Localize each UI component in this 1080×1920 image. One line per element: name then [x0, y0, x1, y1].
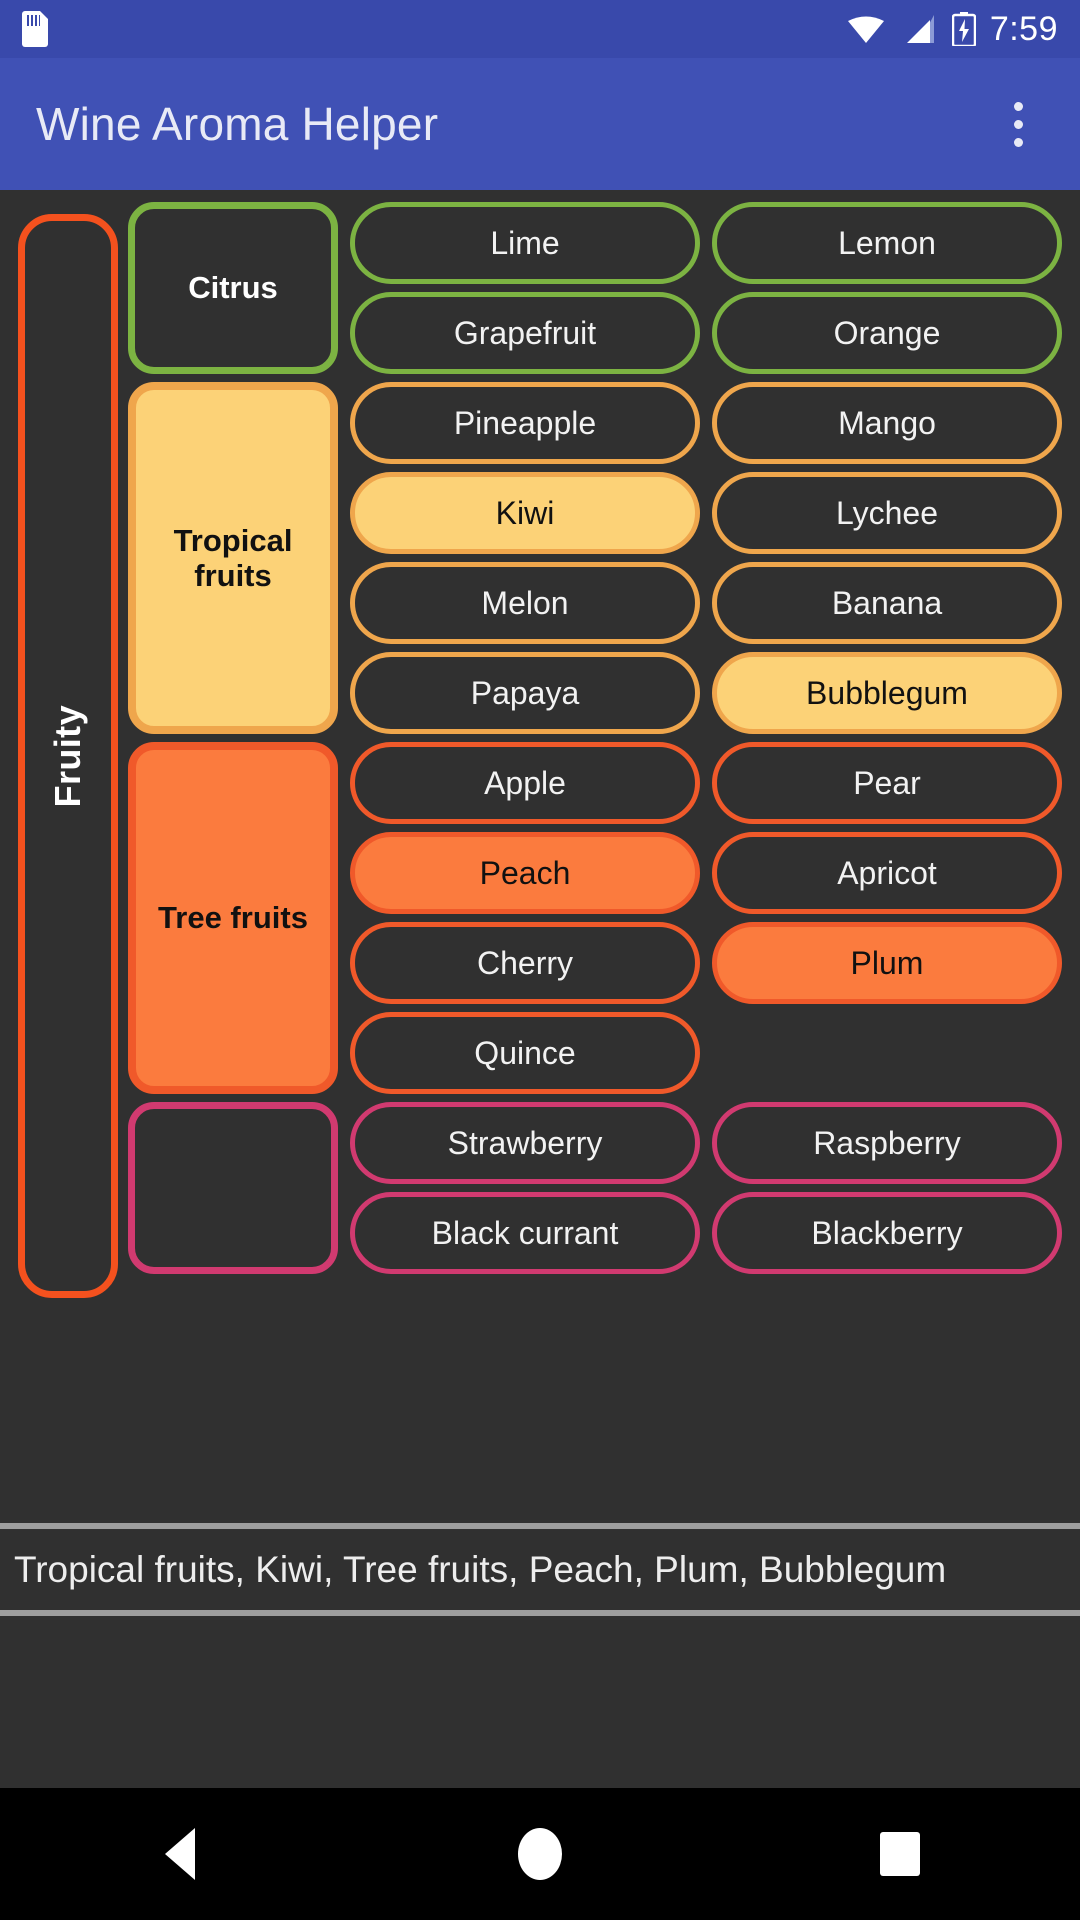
aroma-category-box[interactable]	[128, 1102, 338, 1274]
recents-square-icon	[880, 1832, 920, 1876]
battery-charging-icon	[951, 12, 977, 48]
back-triangle-icon	[165, 1828, 195, 1880]
aroma-category-label: Tropical fruits	[173, 522, 293, 593]
aroma-category-box[interactable]: Tree fruits	[128, 742, 338, 1094]
aroma-chip[interactable]: Lemon	[712, 202, 1062, 284]
more-vertical-icon[interactable]	[992, 94, 1044, 154]
status-clock: 7:59	[989, 9, 1058, 48]
chip-spacer	[712, 1012, 1062, 1094]
home-circle-icon	[518, 1828, 562, 1880]
aroma-chip[interactable]: Pineapple	[350, 382, 700, 464]
aroma-category-box[interactable]: Citrus	[128, 202, 338, 374]
aroma-chip[interactable]: Strawberry	[350, 1102, 700, 1184]
category-column: Citrus Tropical fruits Tree fruits	[128, 202, 338, 1282]
aroma-chip[interactable]: Kiwi	[350, 472, 700, 554]
aroma-wheel[interactable]: Fruity Citrus Tropical fruits Tree fruits …	[0, 190, 1080, 1523]
sd-card-icon	[22, 11, 48, 47]
aroma-chip[interactable]: Melon	[350, 562, 700, 644]
aroma-chip[interactable]: Apple	[350, 742, 700, 824]
app-title: Wine Aroma Helper	[36, 98, 439, 150]
wifi-icon	[846, 14, 886, 44]
aroma-chip[interactable]: Peach	[350, 832, 700, 914]
aroma-chip[interactable]: Raspberry	[712, 1102, 1062, 1184]
android-nav-bar	[0, 1788, 1080, 1920]
selection-summary-section: Tropical fruits, Kiwi, Tree fruits, Peac…	[0, 1523, 1080, 1796]
cellular-signal-icon	[900, 14, 938, 44]
aroma-category-label: Tree fruits	[158, 900, 308, 936]
aroma-chip[interactable]: Bubblegum	[712, 652, 1062, 734]
aroma-chip[interactable]: Orange	[712, 292, 1062, 374]
level1-fruity-box[interactable]: Fruity	[18, 214, 118, 1298]
aroma-chip[interactable]: Mango	[712, 382, 1062, 464]
aroma-chip[interactable]: Banana	[712, 562, 1062, 644]
level1-column: Fruity	[18, 202, 118, 1298]
nav-recents-button[interactable]	[840, 1788, 960, 1920]
nav-back-button[interactable]	[120, 1788, 240, 1920]
leaf-column-left: Lime Grapefruit Pineapple Kiwi Melon Papaya Ap…	[350, 202, 700, 1282]
status-bar: 7:59	[0, 0, 1080, 58]
aroma-chip[interactable]: Pear	[712, 742, 1062, 824]
empty-area	[0, 1616, 1080, 1796]
nav-home-button[interactable]	[480, 1788, 600, 1920]
aroma-chip[interactable]: Papaya	[350, 652, 700, 734]
aroma-chip[interactable]: Apricot	[712, 832, 1062, 914]
aroma-chip[interactable]: Plum	[712, 922, 1062, 1004]
aroma-chip[interactable]: Lychee	[712, 472, 1062, 554]
aroma-chip[interactable]: Cherry	[350, 922, 700, 1004]
aroma-category-label: Citrus	[188, 270, 278, 306]
status-icons: 7:59	[846, 10, 1058, 49]
aroma-category-box[interactable]: Tropical fruits	[128, 382, 338, 734]
aroma-chip[interactable]: Lime	[350, 202, 700, 284]
app-bar: Wine Aroma Helper	[0, 58, 1080, 190]
aroma-chip[interactable]: Quince	[350, 1012, 700, 1094]
level1-label: Fruity	[47, 704, 88, 808]
aroma-chip[interactable]: Grapefruit	[350, 292, 700, 374]
aroma-chip[interactable]: Blackberry	[712, 1192, 1062, 1274]
aroma-chip[interactable]: Black currant	[350, 1192, 700, 1274]
phone-screen: 7:59 Wine Aroma Helper Fruity Citrus Trop…	[0, 0, 1080, 1920]
leaf-column-right: Lemon Orange Mango Lychee Banana Bubblegum Pea…	[712, 202, 1062, 1282]
selection-summary: Tropical fruits, Kiwi, Tree fruits, Peac…	[0, 1529, 1080, 1610]
